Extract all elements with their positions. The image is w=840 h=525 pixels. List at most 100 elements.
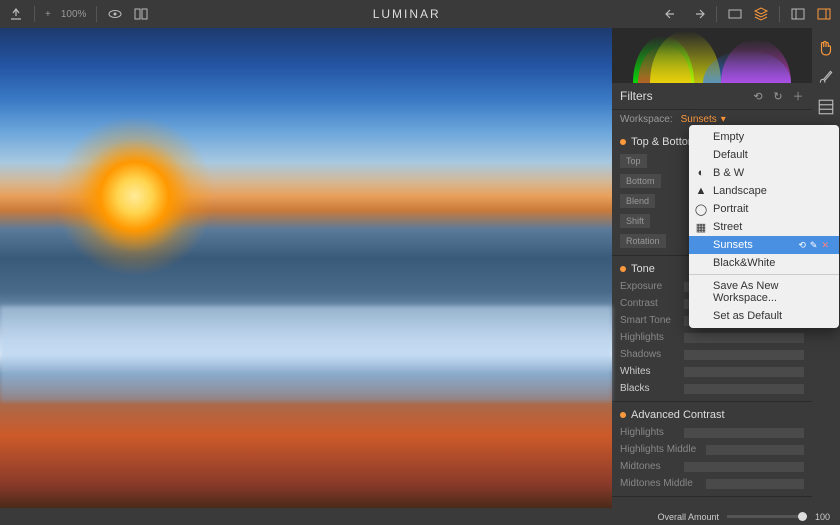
bottom-bar: Overall Amount 100 [0, 508, 840, 525]
slider-blacks[interactable]: Blacks [620, 380, 804, 397]
slider-adv-midtonesmid[interactable]: Midtones Middle [620, 475, 804, 492]
layers-icon[interactable] [753, 6, 769, 22]
separator [34, 6, 35, 22]
workspace-item-empty[interactable]: Empty [689, 128, 839, 146]
reset-icon[interactable]: ↻ [772, 90, 784, 102]
delete-mini-icon[interactable]: ✕ [821, 240, 829, 251]
add-filter-icon[interactable]: ＋ [792, 90, 804, 102]
dd-label: B & W [713, 167, 744, 179]
redo-icon[interactable] [690, 6, 706, 22]
zoom-value[interactable]: 100% [61, 9, 87, 20]
slider-adv-highlights[interactable]: Highlights [620, 424, 804, 441]
dd-label: Default [713, 149, 748, 161]
workspace-item-bw[interactable]: ◐ B & W [689, 164, 839, 182]
adv-highlightsmid-label: Highlights Middle [620, 444, 700, 455]
tone-title-text: Tone [631, 263, 655, 275]
gradient-tool-icon[interactable] [817, 98, 835, 116]
workspace-dropdown[interactable]: Sunsets ▾ [681, 114, 726, 125]
edited-photo [0, 28, 612, 508]
adv-highlightsmid-track[interactable] [706, 445, 804, 455]
separator [96, 6, 97, 22]
dd-label: Save As New Workspace... [713, 280, 829, 304]
workspace-label: Workspace: [620, 114, 673, 125]
dd-label: Portrait [713, 203, 748, 215]
overall-amount-value: 100 [815, 512, 830, 522]
dd-label: Landscape [713, 185, 767, 197]
smarttone-label: Smart Tone [620, 315, 678, 326]
whites-label: Whites [620, 366, 678, 377]
app-title: LUMINAR [149, 7, 664, 21]
adv-highlights-track[interactable] [684, 428, 804, 438]
compare-icon[interactable] [133, 6, 149, 22]
workspace-item-portrait[interactable]: ◯ Portrait [689, 200, 839, 218]
top-toolbar: + 100% LUMINAR [0, 0, 840, 28]
street-icon: ▦ [695, 221, 707, 233]
separator [779, 6, 780, 22]
highlights-track[interactable] [684, 333, 804, 343]
section-title-advanced[interactable]: Advanced Contrast [620, 406, 804, 424]
tab-blend[interactable]: Blend [620, 194, 655, 208]
dd-label: Sunsets [713, 239, 753, 251]
workspace-set-default[interactable]: Set as Default [689, 307, 839, 325]
sync-mini-icon[interactable]: ⟲ [798, 240, 806, 251]
undo-icon[interactable] [664, 6, 680, 22]
tab-rotation[interactable]: Rotation [620, 234, 666, 248]
highlights-label: Highlights [620, 332, 678, 343]
adv-midtones-track[interactable] [684, 462, 804, 472]
workspace-save-as[interactable]: Save As New Workspace... [689, 277, 839, 307]
eye-icon[interactable] [107, 6, 123, 22]
adv-midtonesmid-track[interactable] [706, 479, 804, 489]
workspace-dropdown-menu: Empty Default ◐ B & W ▲ Landscape ◯ Port… [689, 125, 839, 328]
slider-whites[interactable]: Whites [620, 363, 804, 380]
separator [716, 6, 717, 22]
landscape-icon: ▲ [695, 185, 707, 197]
zoom-plus[interactable]: + [45, 9, 51, 20]
hand-tool-icon[interactable] [817, 38, 835, 56]
bw-icon: ◐ [695, 167, 707, 179]
blacks-track[interactable] [684, 384, 804, 394]
slider-adv-midtones[interactable]: Midtones [620, 458, 804, 475]
overall-amount-slider[interactable] [727, 515, 807, 518]
advanced-title-text: Advanced Contrast [631, 409, 725, 421]
panel-right-icon[interactable] [816, 6, 832, 22]
chevron-down-icon: ▾ [721, 114, 726, 125]
tab-top[interactable]: Top [620, 154, 647, 168]
shadows-label: Shadows [620, 349, 678, 360]
edit-mini-icon[interactable]: ✎ [810, 240, 818, 251]
exposure-label: Exposure [620, 281, 678, 292]
contrast-label: Contrast [620, 298, 678, 309]
whites-track[interactable] [684, 367, 804, 377]
slider-shadows[interactable]: Shadows [620, 346, 804, 363]
active-dot-icon [620, 412, 626, 418]
workspace-item-street[interactable]: ▦ Street [689, 218, 839, 236]
dd-label: Black&White [713, 257, 775, 269]
slider-highlights[interactable]: Highlights [620, 329, 804, 346]
blacks-label: Blacks [620, 383, 678, 394]
dd-label: Street [713, 221, 742, 233]
adv-midtones-label: Midtones [620, 461, 678, 472]
slider-adv-highlightsmid[interactable]: Highlights Middle [620, 441, 804, 458]
brush-tool-icon[interactable] [817, 68, 835, 86]
dd-label: Empty [713, 131, 744, 143]
workspace-item-sunsets[interactable]: Sunsets ⟲ ✎ ✕ [689, 236, 839, 254]
dd-label: Set as Default [713, 310, 782, 322]
tab-bottom[interactable]: Bottom [620, 174, 661, 188]
workspace-item-blackwhite[interactable]: Black&White [689, 254, 839, 272]
section-advanced-contrast: Advanced Contrast Highlights Highlights … [612, 402, 812, 497]
workspace-item-default[interactable]: Default [689, 146, 839, 164]
overall-amount-label: Overall Amount [657, 512, 719, 522]
tab-shift[interactable]: Shift [620, 214, 650, 228]
workspace-value: Sunsets [681, 114, 717, 125]
shadows-track[interactable] [684, 350, 804, 360]
presets-icon[interactable] [727, 6, 743, 22]
workspace-item-landscape[interactable]: ▲ Landscape [689, 182, 839, 200]
overall-amount-knob[interactable] [798, 512, 807, 521]
adv-midtonesmid-label: Midtones Middle [620, 478, 700, 489]
image-canvas[interactable] [0, 28, 612, 508]
export-icon[interactable] [8, 6, 24, 22]
sync-icon[interactable]: ⟲ [752, 90, 764, 102]
panel-left-icon[interactable] [790, 6, 806, 22]
portrait-icon: ◯ [695, 203, 707, 215]
adv-highlights-label: Highlights [620, 427, 678, 438]
histogram[interactable] [612, 28, 812, 83]
